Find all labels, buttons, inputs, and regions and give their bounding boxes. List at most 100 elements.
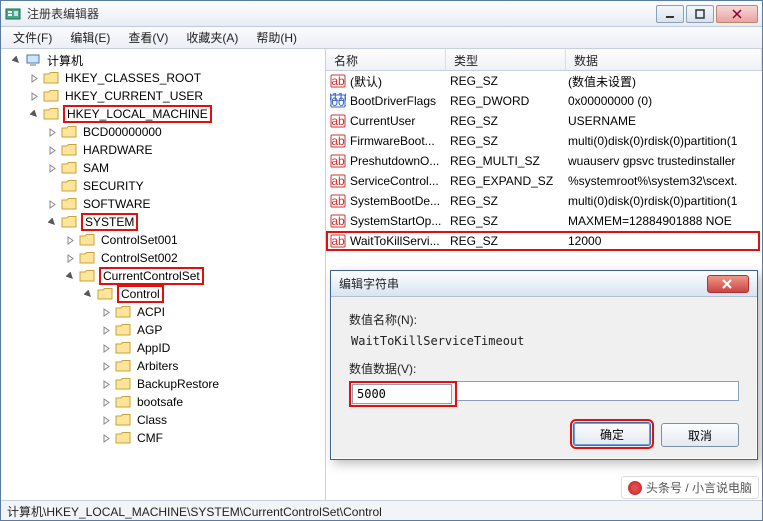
menu-favorites[interactable]: 收藏夹(A) <box>178 27 246 48</box>
folder-icon <box>115 395 131 409</box>
value-row[interactable]: abPreshutdownO...REG_MULTI_SZwuauserv gp… <box>326 151 762 171</box>
tree-label: ACPI <box>135 305 167 319</box>
tree-node-hklm[interactable]: HKEY_LOCAL_MACHINE <box>3 105 325 123</box>
edit-string-dialog: 编辑字符串 数值名称(N): WaitToKillServiceTimeout … <box>330 270 758 460</box>
tree-label: 计算机 <box>45 52 85 69</box>
tree-label: bootsafe <box>135 395 185 409</box>
tree-label: SYSTEM <box>81 213 138 231</box>
tree-node-agp[interactable]: AGP <box>3 321 325 339</box>
value-data-input-extend[interactable] <box>457 381 739 401</box>
col-name[interactable]: 名称 <box>326 49 446 70</box>
tree-label: Control <box>117 285 164 303</box>
expand-toggle-icon[interactable] <box>47 181 58 192</box>
tree-node-hw[interactable]: HARDWARE <box>3 141 325 159</box>
cell-name: WaitToKillServi... <box>350 234 450 248</box>
expand-toggle-icon[interactable] <box>101 415 112 426</box>
tree-node-cs1[interactable]: ControlSet001 <box>3 231 325 249</box>
dialog-close-button[interactable] <box>707 275 749 293</box>
tree-label: Arbiters <box>135 359 180 373</box>
menubar: 文件(F) 编辑(E) 查看(V) 收藏夹(A) 帮助(H) <box>1 27 762 49</box>
expand-toggle-icon[interactable] <box>47 163 58 174</box>
expand-toggle-icon[interactable] <box>101 433 112 444</box>
menu-help[interactable]: 帮助(H) <box>248 27 305 48</box>
tree-node-appid[interactable]: AppID <box>3 339 325 357</box>
minimize-button[interactable] <box>656 5 684 23</box>
expand-toggle-icon[interactable] <box>29 109 40 120</box>
expand-toggle-icon[interactable] <box>101 361 112 372</box>
col-type[interactable]: 类型 <box>446 49 566 70</box>
value-row[interactable]: abSystemBootDe...REG_SZmulti(0)disk(0)rd… <box>326 191 762 211</box>
tree-node-sw[interactable]: SOFTWARE <box>3 195 325 213</box>
tree-node-hkcu[interactable]: HKEY_CURRENT_USER <box>3 87 325 105</box>
cell-type: REG_DWORD <box>450 94 568 108</box>
tree-node-cmf[interactable]: CMF <box>3 429 325 447</box>
expand-toggle-icon[interactable] <box>101 397 112 408</box>
tree-node-sys[interactable]: SYSTEM <box>3 213 325 231</box>
svg-text:ab: ab <box>331 214 345 228</box>
menu-edit[interactable]: 编辑(E) <box>62 27 118 48</box>
expand-toggle-icon[interactable] <box>11 55 22 66</box>
value-row[interactable]: abWaitToKillServi...REG_SZ12000 <box>326 231 760 251</box>
tree-node-ccs[interactable]: CurrentControlSet <box>3 267 325 285</box>
folder-icon <box>115 413 131 427</box>
menu-view[interactable]: 查看(V) <box>120 27 176 48</box>
tree-node-boot[interactable]: bootsafe <box>3 393 325 411</box>
expand-toggle-icon[interactable] <box>29 91 40 102</box>
value-row[interactable]: 01101001BootDriverFlagsREG_DWORD0x000000… <box>326 91 762 111</box>
value-row[interactable]: ab(默认)REG_SZ(数值未设置) <box>326 71 762 91</box>
cell-type: REG_SZ <box>450 194 568 208</box>
tree-node-cs2[interactable]: ControlSet002 <box>3 249 325 267</box>
cell-name: SystemBootDe... <box>350 194 450 208</box>
value-row[interactable]: abSystemStartOp...REG_SZ MAXMEM=12884901… <box>326 211 762 231</box>
expand-toggle-icon[interactable] <box>101 325 112 336</box>
tree-node-sec[interactable]: SECURITY <box>3 177 325 195</box>
expand-toggle-icon[interactable] <box>47 127 58 138</box>
tree-node-bcd[interactable]: BCD00000000 <box>3 123 325 141</box>
ok-button[interactable]: 确定 <box>573 422 651 446</box>
tree-node-root[interactable]: 计算机 <box>3 51 325 69</box>
string-value-icon: ab <box>330 193 346 209</box>
expand-toggle-icon[interactable] <box>47 199 58 210</box>
value-row[interactable]: abServiceControl...REG_EXPAND_SZ%systemr… <box>326 171 762 191</box>
expand-toggle-icon[interactable] <box>65 235 76 246</box>
expand-toggle-icon[interactable] <box>101 379 112 390</box>
svg-text:ab: ab <box>331 114 345 128</box>
tree-node-hkcr[interactable]: HKEY_CLASSES_ROOT <box>3 69 325 87</box>
expand-toggle-icon[interactable] <box>101 307 112 318</box>
tree-node-arb[interactable]: Arbiters <box>3 357 325 375</box>
string-value-icon: ab <box>330 73 346 89</box>
folder-icon <box>61 143 77 157</box>
tree-node-ctrl[interactable]: Control <box>3 285 325 303</box>
cell-name: FirmwareBoot... <box>350 134 450 148</box>
col-data[interactable]: 数据 <box>566 49 762 70</box>
cell-type: REG_SZ <box>450 234 568 248</box>
tree-node-class[interactable]: Class <box>3 411 325 429</box>
expand-toggle-icon[interactable] <box>47 217 58 228</box>
cancel-button[interactable]: 取消 <box>661 423 739 447</box>
tree-pane[interactable]: 计算机HKEY_CLASSES_ROOTHKEY_CURRENT_USERHKE… <box>1 49 326 500</box>
expand-toggle-icon[interactable] <box>65 253 76 264</box>
tree-label: SAM <box>81 161 111 175</box>
folder-icon <box>115 359 131 373</box>
titlebar[interactable]: 注册表编辑器 <box>1 1 762 27</box>
string-value-icon: ab <box>330 233 346 249</box>
maximize-button[interactable] <box>686 5 714 23</box>
folder-icon <box>115 323 131 337</box>
tree-node-bkr[interactable]: BackupRestore <box>3 375 325 393</box>
expand-toggle-icon[interactable] <box>65 271 76 282</box>
value-data-input[interactable] <box>352 384 452 404</box>
value-row[interactable]: abFirmwareBoot...REG_SZmulti(0)disk(0)rd… <box>326 131 762 151</box>
svg-text:ab: ab <box>331 194 345 208</box>
expand-toggle-icon[interactable] <box>101 343 112 354</box>
expand-toggle-icon[interactable] <box>83 289 94 300</box>
close-button[interactable] <box>716 5 758 23</box>
dialog-titlebar[interactable]: 编辑字符串 <box>331 271 757 297</box>
value-row[interactable]: abCurrentUserREG_SZUSERNAME <box>326 111 762 131</box>
expand-toggle-icon[interactable] <box>47 145 58 156</box>
tree-node-sam[interactable]: SAM <box>3 159 325 177</box>
cell-type: REG_SZ <box>450 134 568 148</box>
expand-toggle-icon[interactable] <box>29 73 40 84</box>
tree-node-acpi[interactable]: ACPI <box>3 303 325 321</box>
tree-label: AGP <box>135 323 164 337</box>
menu-file[interactable]: 文件(F) <box>5 27 60 48</box>
